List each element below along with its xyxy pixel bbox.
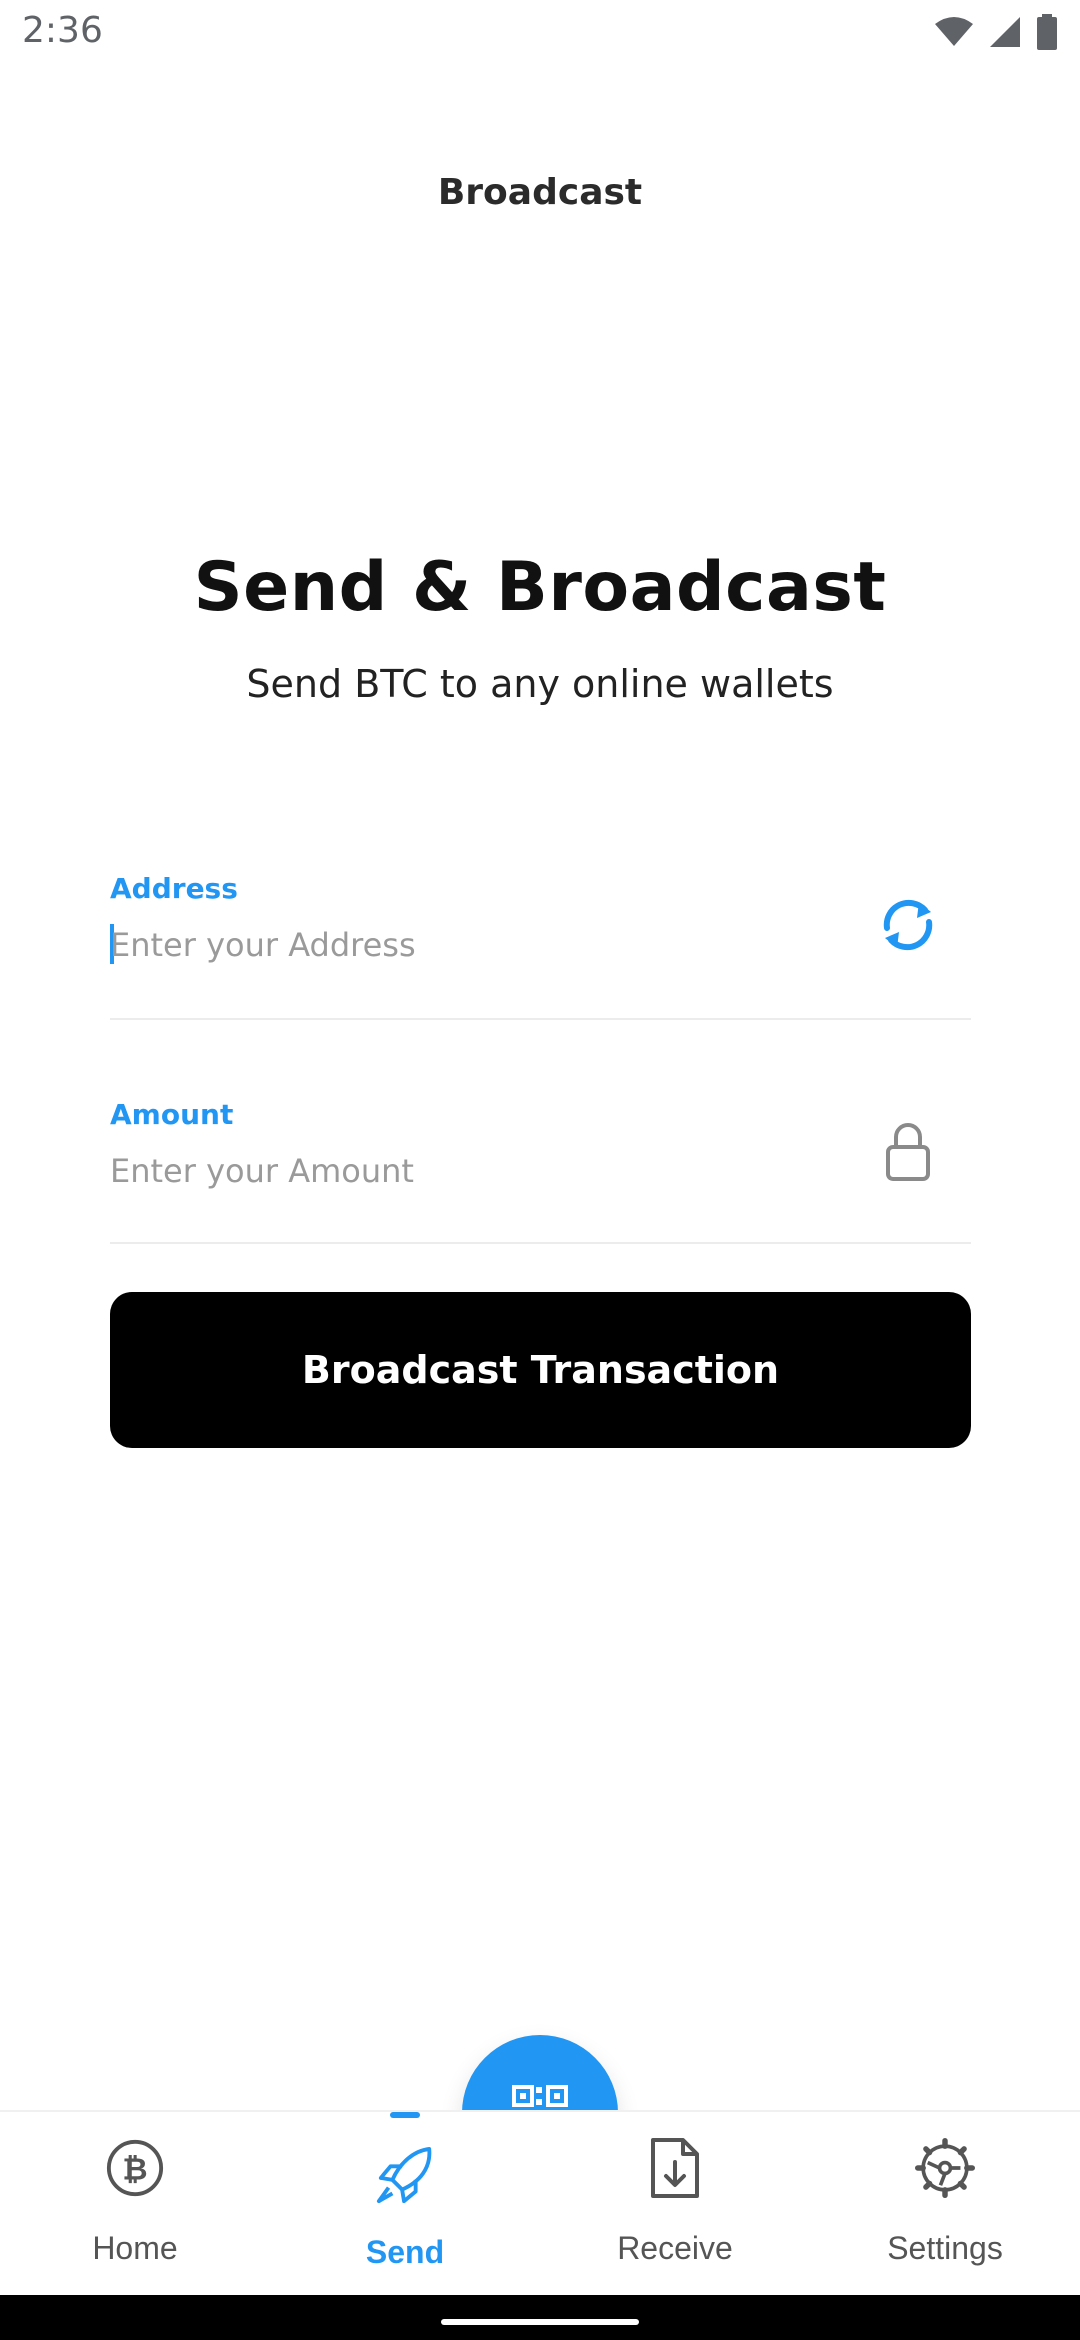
bitcoin-icon: ₿ — [105, 2134, 165, 2202]
amount-input[interactable] — [110, 1146, 810, 1196]
rocket-icon — [375, 2142, 435, 2210]
hero-title: Send & Broadcast — [193, 548, 887, 627]
broadcast-transaction-button[interactable]: Broadcast Transaction — [110, 1292, 971, 1448]
nav-label-home: Home — [92, 2230, 178, 2266]
nav-item-send[interactable]: Send — [270, 2112, 540, 2297]
download-file-icon — [645, 2134, 705, 2202]
status-bar: 2:36 — [0, 0, 1080, 66]
svg-text:₿: ₿ — [122, 2152, 147, 2188]
settings-gear-icon — [915, 2134, 975, 2202]
status-icons — [934, 14, 1058, 50]
status-time: 2:36 — [22, 10, 103, 51]
bottom-navigation: ₿ Home Send Receive Settings — [0, 2110, 1080, 2295]
page-title: Broadcast — [437, 172, 643, 213]
system-navigation-bar — [0, 2295, 1080, 2340]
home-gesture-handle[interactable] — [441, 2319, 639, 2325]
refresh-button[interactable] — [873, 890, 943, 960]
address-input[interactable] — [110, 920, 810, 970]
send-screen: 2:36 Broadcast Send & Broadcast Send BTC… — [0, 0, 1080, 2340]
nav-label-send: Send — [365, 2234, 445, 2270]
lock-icon — [886, 1123, 930, 1181]
address-field: Address — [110, 868, 971, 1020]
nav-label-receive: Receive — [617, 2230, 733, 2266]
wifi-icon — [935, 17, 973, 46]
nav-item-settings[interactable]: Settings — [810, 2112, 1080, 2297]
active-tab-indicator — [390, 2112, 420, 2118]
address-label: Address — [110, 872, 238, 905]
nav-label-settings: Settings — [887, 2230, 1003, 2266]
hero-subtitle: Send BTC to any online wallets — [246, 662, 834, 706]
amount-label: Amount — [110, 1098, 234, 1131]
refresh-icon — [883, 899, 933, 951]
battery-icon — [1037, 14, 1057, 50]
lock-indicator — [873, 1116, 943, 1186]
amount-field: Amount — [110, 1094, 971, 1244]
nav-item-receive[interactable]: Receive — [540, 2112, 810, 2297]
nav-item-home[interactable]: ₿ Home — [0, 2112, 270, 2297]
cell-signal-icon — [990, 17, 1020, 47]
